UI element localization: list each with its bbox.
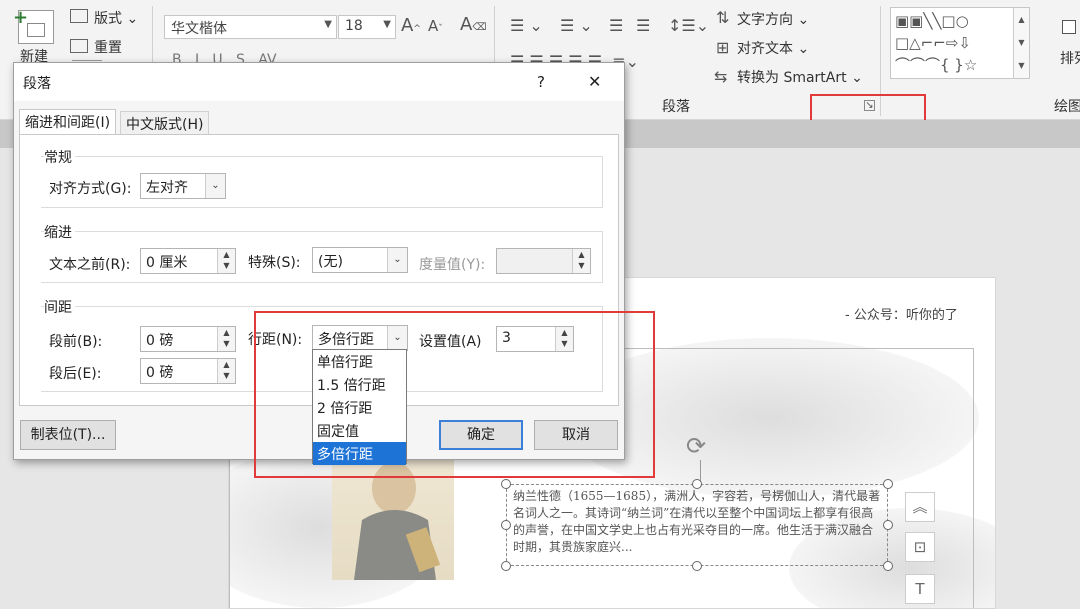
slide-text-box[interactable]: 纳兰性德（1655—1685），满洲人，字容若，号楞伽山人，清代最著名词人之一。… [506, 484, 888, 566]
smartart-button[interactable]: 转换为 SmartArt ⌄ [737, 67, 863, 87]
increase-indent-icon[interactable]: ☰ [636, 16, 650, 35]
layout-icon [70, 9, 88, 23]
chevron-down-icon: ▼ [383, 19, 391, 30]
spinner-icon[interactable]: ▲ ▼ [572, 249, 590, 273]
spacing-group-label: 间距 [44, 297, 75, 317]
text-direction-icon: ⇅ [716, 8, 730, 27]
layout-button[interactable]: 版式 ⌄ [94, 8, 138, 28]
rotate-handle-icon[interactable]: ⟳ [686, 432, 706, 460]
resize-handle[interactable] [501, 479, 511, 489]
text-direction-button[interactable]: 文字方向 ⌄ [737, 9, 809, 29]
resize-handle[interactable] [501, 520, 511, 530]
numbering-icon[interactable]: ☰ ⌄ [560, 16, 593, 35]
tab-indent-spacing[interactable]: 缩进和间距(I) [19, 109, 117, 135]
font-size-combo[interactable]: 18 ▼ [338, 15, 396, 39]
resize-handle[interactable] [883, 520, 893, 530]
spinner-icon[interactable]: ▲ ▼ [217, 327, 235, 351]
decrease-indent-icon[interactable]: ☰ [609, 16, 623, 35]
resize-handle[interactable] [883, 479, 893, 489]
resize-handle[interactable] [883, 561, 893, 571]
after-spacing-label: 段后(E): [49, 366, 102, 382]
arrange-button[interactable]: 排列 [1060, 48, 1080, 68]
special-label: 特殊(S): [248, 255, 301, 271]
before-spacing-input[interactable]: 0 磅 ▲ ▼ [140, 326, 236, 352]
resize-handle[interactable] [692, 561, 702, 571]
slide-header-text: - 公众号：听你的了 [845, 308, 958, 323]
chevron-down-icon: ⌄ [387, 248, 407, 272]
new-slide-icon[interactable]: + [13, 7, 54, 44]
tab-stops-button[interactable]: 制表位(T)... [20, 420, 116, 450]
dialog-title: 段落 [23, 76, 51, 92]
measure-label: 度量值(Y): [419, 257, 486, 273]
collapse-up-icon[interactable]: ︽ [905, 492, 935, 522]
paragraph-group-label: 段落 [662, 99, 690, 115]
spinner-icon[interactable]: ▲ ▼ [217, 249, 235, 273]
before-spacing-label: 段前(B): [49, 334, 103, 350]
before-text-label: 文本之前(R): [49, 257, 131, 273]
smartart-icon: ⇆ [714, 67, 728, 86]
tab-chinese-typography[interactable]: 中文版式(H) [120, 111, 210, 135]
portrait-image [332, 460, 454, 580]
chevron-down-icon: ⌄ [205, 174, 225, 198]
line-spacing-icon[interactable]: ↕☰⌄ [668, 16, 709, 35]
dialog-title-bar: 段落 ? ✕ [14, 63, 624, 101]
alignment-label: 对齐方式(G): [49, 181, 132, 197]
bullets-icon[interactable]: ☰ ⌄ [510, 16, 543, 35]
special-select[interactable]: (无) ⌄ [312, 247, 408, 273]
measure-input[interactable]: ▲ ▼ [496, 248, 591, 274]
close-icon[interactable]: ✕ [588, 72, 601, 91]
resize-handle[interactable] [501, 561, 511, 571]
shapes-gallery[interactable]: ▣▣╲╲□○ □△⌐⌐⇨⇩ ⌒⌒⌒{ }☆ ▲ ▼ ▼ [890, 7, 1030, 79]
reset-icon [70, 39, 88, 53]
line-spacing-highlight-box [254, 311, 655, 478]
clear-format-icon[interactable]: A⌫ [460, 14, 486, 35]
before-text-input[interactable]: 0 厘米 ▲ ▼ [140, 248, 236, 274]
general-group-label: 常规 [44, 147, 75, 167]
indent-group-label: 缩进 [44, 222, 75, 242]
layout-options-icon[interactable]: ⊡ [905, 532, 935, 562]
font-name-combo[interactable]: 华文楷体 ▼ [164, 15, 337, 39]
text-frame-icon[interactable]: T [905, 574, 935, 604]
increase-font-icon[interactable]: A^ [401, 15, 421, 36]
after-spacing-input[interactable]: 0 磅 ▲ ▼ [140, 358, 236, 384]
chevron-down-icon: ▼ [324, 19, 332, 30]
decrease-font-icon[interactable]: Aˇ [428, 17, 443, 35]
help-icon[interactable]: ? [537, 73, 545, 91]
alignment-select[interactable]: 左对齐 ⌄ [140, 173, 226, 199]
drawing-group-label: 绘图 [1054, 99, 1080, 115]
align-text-button[interactable]: 对齐文本 ⌄ [737, 38, 809, 58]
arrange-icon[interactable] [1062, 20, 1076, 34]
spinner-icon[interactable]: ▲ ▼ [217, 359, 235, 383]
align-text-icon: ⊞ [716, 38, 730, 57]
resize-handle[interactable] [692, 479, 702, 489]
reset-button[interactable]: 重置 [94, 37, 122, 57]
